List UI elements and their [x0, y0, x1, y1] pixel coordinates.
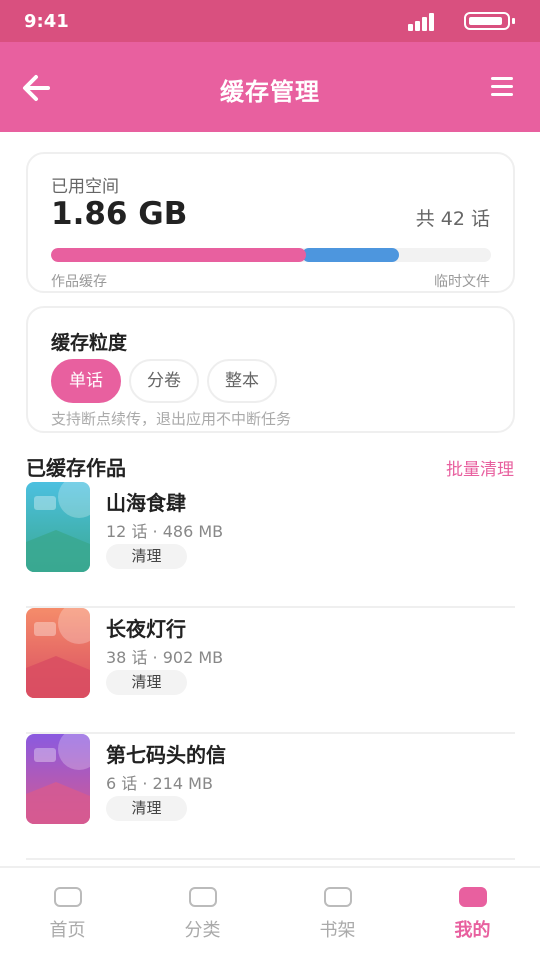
batch-clean-link[interactable]: 批量清理	[446, 455, 514, 480]
legend-temp-files: 临时文件	[434, 274, 490, 290]
book-cover	[26, 608, 90, 698]
cache-granularity-card: 缓存粒度 单话 分卷 整本 支持断点续传，退出应用不中断任务	[26, 306, 515, 433]
granularity-option-full-book[interactable]: 整本	[207, 359, 277, 403]
status-time: 9:41	[24, 11, 69, 32]
tab-label: 首页	[49, 920, 86, 941]
tab-label: 分类	[184, 920, 221, 941]
battery-icon	[464, 12, 515, 30]
hamburger-menu-icon[interactable]	[491, 77, 513, 97]
used-space-value: 1.86 GB	[51, 196, 188, 232]
profile-icon	[459, 887, 487, 907]
tab-home[interactable]: 首页	[0, 868, 135, 962]
signal-icon	[408, 13, 436, 31]
granularity-option-episode[interactable]: 单话	[51, 359, 121, 403]
book-cover	[26, 482, 90, 572]
tab-mine[interactable]: 我的	[405, 868, 540, 962]
app-header: 缓存管理	[0, 42, 540, 132]
book-cover	[26, 734, 90, 824]
divider	[26, 858, 515, 860]
bookshelf-icon	[324, 887, 352, 907]
work-title: 山海食肆	[106, 491, 186, 515]
storage-card: 已用空间 1.86 GB 共 42 话 作品缓存 临时文件	[26, 152, 515, 293]
granularity-option-volume[interactable]: 分卷	[129, 359, 199, 403]
work-meta: 12 话 · 486 MB	[106, 522, 224, 541]
granularity-title: 缓存粒度	[51, 332, 128, 354]
granularity-hint: 支持断点续传，退出应用不中断任务	[51, 410, 292, 428]
work-title: 第七码头的信	[106, 743, 226, 767]
used-space-label: 已用空间	[51, 177, 119, 197]
work-meta: 6 话 · 214 MB	[106, 774, 213, 793]
cached-work-item[interactable]: 第七码头的信 6 话 · 214 MB 清理	[26, 734, 515, 860]
temp-files-segment	[302, 248, 399, 262]
storage-usage-bar	[51, 248, 491, 262]
legend-work-cache: 作品缓存	[51, 274, 107, 290]
tab-bookshelf[interactable]: 书架	[270, 868, 405, 962]
tab-label: 书架	[319, 920, 356, 941]
cached-work-item[interactable]: 长夜灯行 38 话 · 902 MB 清理	[26, 608, 515, 734]
cached-work-item[interactable]: 山海食肆 12 话 · 486 MB 清理	[26, 482, 515, 608]
status-bar: 9:41	[0, 0, 540, 42]
clean-button[interactable]: 清理	[106, 544, 187, 569]
tab-label: 我的	[454, 920, 491, 941]
bottom-tab-bar: 首页 分类 书架 我的	[0, 866, 540, 960]
home-icon	[54, 887, 82, 907]
work-title: 长夜灯行	[106, 617, 186, 641]
clean-button[interactable]: 清理	[106, 670, 187, 695]
total-episodes: 共 42 话	[415, 208, 490, 230]
work-meta: 38 话 · 902 MB	[106, 648, 224, 667]
page-title: 缓存管理	[220, 78, 320, 106]
work-cache-segment	[51, 248, 307, 262]
cached-works-title: 已缓存作品	[26, 456, 126, 480]
tab-category[interactable]: 分类	[135, 868, 270, 962]
clean-button[interactable]: 清理	[106, 796, 187, 821]
category-icon	[189, 887, 217, 907]
